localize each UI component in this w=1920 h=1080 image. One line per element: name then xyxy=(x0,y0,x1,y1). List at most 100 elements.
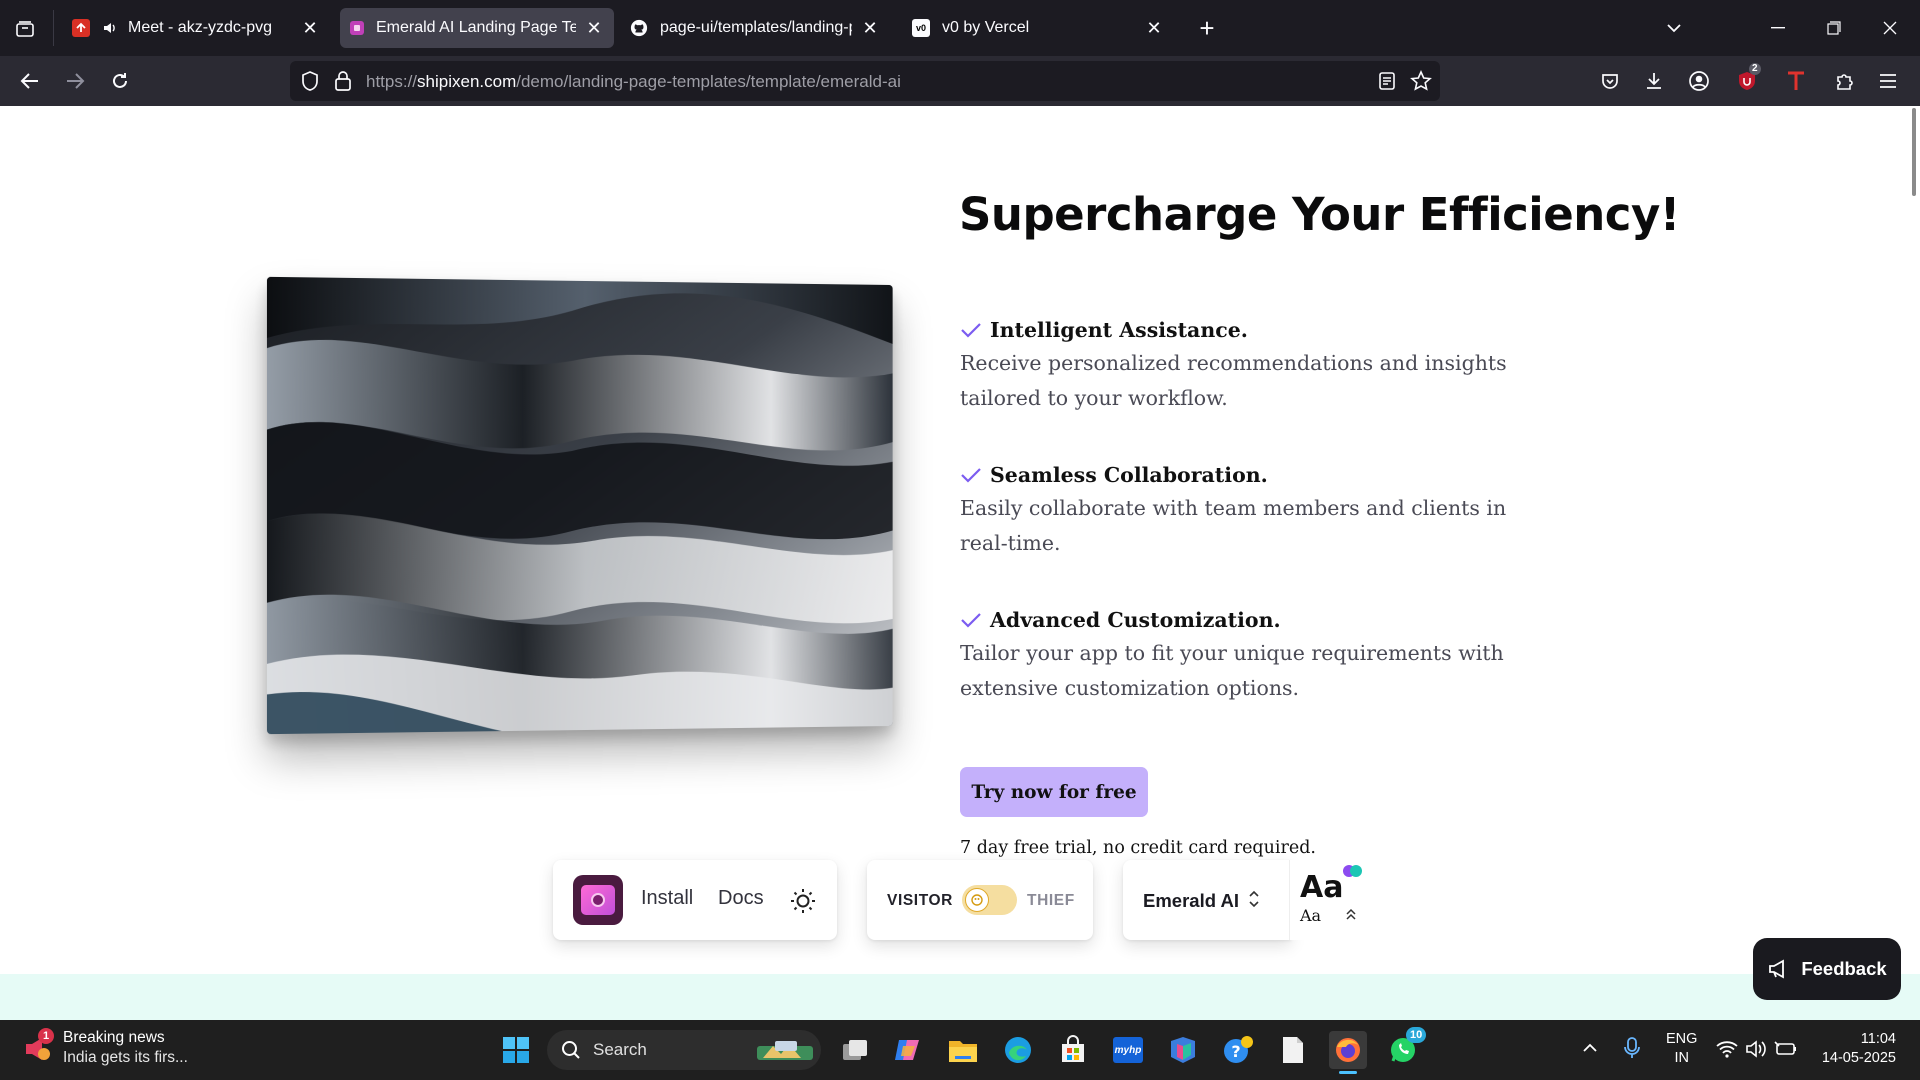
tab-title: Emerald AI Landing Page Templ xyxy=(376,19,576,36)
url-text: https://shipixen.com/demo/landing-page-t… xyxy=(366,72,901,92)
wifi-icon[interactable] xyxy=(1716,1040,1738,1063)
extensions-puzzle-icon[interactable] xyxy=(1828,65,1860,97)
extension-badge: 2 xyxy=(1749,63,1761,75)
reload-icon[interactable] xyxy=(104,65,136,97)
tab-v0[interactable]: v0 v0 by Vercel ✕ xyxy=(902,8,1174,48)
visitor-thief-toggle[interactable] xyxy=(962,885,1017,915)
browser-tab-bar: Meet - akz-yzdc-pvg ✕ Emerald AI Landing… xyxy=(0,0,1920,56)
minimize-icon[interactable] xyxy=(1758,10,1798,46)
microsoft-365-icon[interactable] xyxy=(1164,1031,1202,1069)
theme-select-card[interactable]: Emerald AI xyxy=(1123,860,1291,940)
downloads-icon[interactable] xyxy=(1638,65,1670,97)
microphone-icon[interactable] xyxy=(1624,1036,1640,1065)
tab-emerald-ai[interactable]: Emerald AI Landing Page Templ ✕ xyxy=(340,8,614,48)
page-scrollbar[interactable] xyxy=(1912,108,1916,196)
url-host: shipixen.com xyxy=(417,72,517,91)
windows-taskbar: 1 Breaking news India gets its firs... S… xyxy=(0,1020,1920,1080)
help-icon[interactable]: ? xyxy=(1219,1031,1257,1069)
feedback-button[interactable]: Feedback xyxy=(1753,938,1901,1000)
notepad-file-icon[interactable] xyxy=(1274,1031,1312,1069)
region-code: IN xyxy=(1674,1050,1689,1066)
checkmark-icon xyxy=(961,323,981,338)
search-highlight-icon xyxy=(755,1038,815,1069)
app-logo-icon[interactable] xyxy=(573,875,623,925)
close-tab-icon[interactable]: ✕ xyxy=(300,18,320,38)
feature-title-row: Intelligent Assistance. xyxy=(960,315,1520,345)
install-docs-card: Install Docs xyxy=(553,860,837,940)
thief-label: THIEF xyxy=(1027,892,1075,909)
browser-nav-bar: https://shipixen.com/demo/landing-page-t… xyxy=(0,56,1920,106)
whatsapp-icon[interactable]: 10 xyxy=(1384,1027,1427,1069)
feature-description: Tailor your app to fit your unique requi… xyxy=(960,641,1504,700)
forward-arrow-icon[interactable] xyxy=(59,65,91,97)
account-icon[interactable] xyxy=(1683,65,1715,97)
feature-title-row: Advanced Customization. xyxy=(960,605,1520,635)
color-dots-icon xyxy=(1342,864,1364,883)
restore-icon[interactable] xyxy=(1814,10,1854,46)
feature-title: Intelligent Assistance. xyxy=(990,318,1248,342)
svg-text:?: ? xyxy=(1231,1042,1240,1061)
tab-github[interactable]: page-ui/templates/landing-pag ✕ xyxy=(620,8,890,48)
clock[interactable]: 11:04 14-05-2025 xyxy=(1808,1030,1896,1068)
taskbar-search[interactable]: Search xyxy=(547,1030,821,1070)
edge-browser-icon[interactable] xyxy=(999,1031,1037,1069)
firefox-icon[interactable] xyxy=(1329,1031,1367,1074)
checkmark-icon xyxy=(961,613,981,628)
task-view-icon[interactable] xyxy=(836,1031,874,1069)
emerald-favicon-icon xyxy=(350,21,364,35)
next-section-band xyxy=(0,974,1920,1020)
news-widget-icon[interactable]: 1 xyxy=(22,1028,54,1066)
sun-theme-icon[interactable] xyxy=(789,887,817,920)
address-bar[interactable]: https://shipixen.com/demo/landing-page-t… xyxy=(290,61,1440,101)
close-window-icon[interactable] xyxy=(1870,10,1910,46)
file-explorer-icon[interactable] xyxy=(944,1031,982,1069)
back-arrow-icon[interactable] xyxy=(14,65,46,97)
docs-link[interactable]: Docs xyxy=(718,887,764,910)
clock-time: 11:04 xyxy=(1860,1031,1896,1047)
menu-hamburger-icon[interactable] xyxy=(1872,65,1904,97)
feature-title: Seamless Collaboration. xyxy=(990,463,1268,487)
bookmark-star-icon[interactable] xyxy=(1410,70,1432,97)
list-all-tabs-chevron-icon[interactable] xyxy=(1654,10,1694,46)
copilot-icon[interactable] xyxy=(889,1031,927,1069)
language-indicator[interactable]: ENG IN xyxy=(1666,1030,1697,1068)
myhp-icon[interactable]: myhp xyxy=(1109,1031,1147,1069)
active-app-indicator xyxy=(1339,1071,1357,1074)
lock-icon[interactable] xyxy=(334,70,352,97)
close-tab-icon[interactable]: ✕ xyxy=(860,18,880,38)
feature-item: Intelligent Assistance. Receive personal… xyxy=(960,315,1520,416)
reader-view-icon[interactable] xyxy=(1378,71,1396,96)
feature-description: Easily collaborate with team members and… xyxy=(960,496,1507,555)
new-tab-button[interactable]: + xyxy=(1192,13,1222,43)
select-chevrons-icon[interactable] xyxy=(1247,888,1261,915)
pocket-icon[interactable] xyxy=(1594,65,1626,97)
show-hidden-icons-chevron-icon[interactable] xyxy=(1582,1040,1598,1058)
t-extension-icon[interactable] xyxy=(1780,65,1812,97)
volume-icon[interactable] xyxy=(1745,1039,1767,1064)
font-picker[interactable]: Aa Aa xyxy=(1289,860,1367,940)
checkmark-icon xyxy=(961,468,981,483)
feature-title: Advanced Customization. xyxy=(990,608,1281,632)
page-content: Supercharge Your Efficiency! Intelligent… xyxy=(0,106,1920,1020)
language-code: ENG xyxy=(1666,1031,1698,1047)
microsoft-store-icon[interactable] xyxy=(1054,1031,1092,1069)
news-subtitle: India gets its firs... xyxy=(63,1049,188,1066)
close-tab-icon[interactable]: ✕ xyxy=(1144,18,1164,38)
tab-separator xyxy=(53,10,54,46)
url-path: /demo/landing-page-templates/template/em… xyxy=(516,72,901,91)
try-now-button[interactable]: Try now for free xyxy=(960,767,1148,817)
ublock-extension-icon[interactable]: 2 xyxy=(1731,63,1763,97)
tab-meet[interactable]: Meet - akz-yzdc-pvg ✕ xyxy=(62,8,330,48)
news-widget[interactable]: Breaking news India gets its firs... xyxy=(63,1029,188,1067)
clock-date: 14-05-2025 xyxy=(1821,1050,1896,1066)
windows-start-icon[interactable] xyxy=(497,1031,535,1069)
news-badge: 1 xyxy=(38,1028,54,1044)
speaker-icon[interactable] xyxy=(102,20,118,36)
expand-chevrons-icon[interactable] xyxy=(1344,906,1358,927)
install-link[interactable]: Install xyxy=(641,887,693,910)
url-scheme: https:// xyxy=(366,72,418,91)
close-tab-icon[interactable]: ✕ xyxy=(584,18,604,38)
battery-icon[interactable] xyxy=(1774,1040,1798,1063)
tab-list-icon[interactable] xyxy=(10,14,40,44)
tracking-shield-icon[interactable] xyxy=(300,70,320,97)
